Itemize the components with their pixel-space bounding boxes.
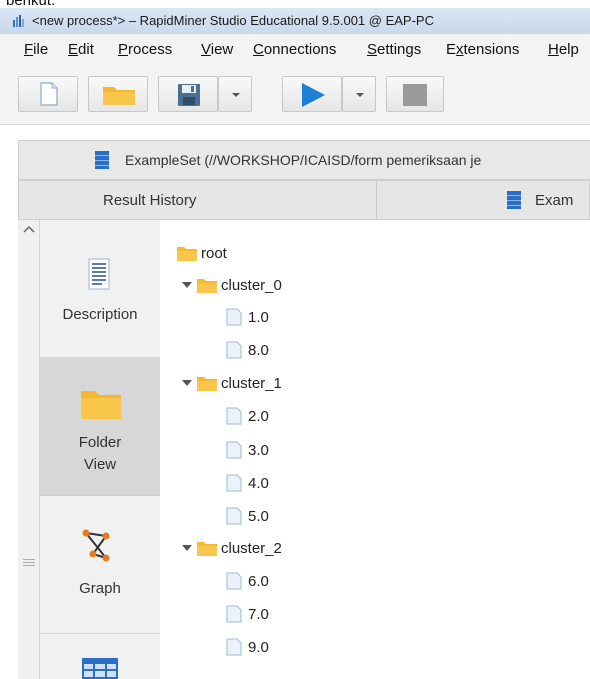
menu-edit[interactable]: Edit [68, 41, 94, 58]
tree-leaf-label: 2.0 [248, 407, 269, 425]
exampleset-table-icon [507, 191, 521, 209]
menu-extensions[interactable]: Extensions [446, 41, 519, 58]
toolbar [0, 64, 590, 125]
save-icon [178, 84, 200, 106]
tree-leaf-label: 6.0 [248, 572, 269, 590]
result-history-tab-bar: Result History Exam [18, 180, 590, 220]
tree-node-label: cluster_1 [221, 374, 282, 392]
tab-result-history[interactable]: Result History [19, 181, 377, 219]
new-process-icon [40, 82, 58, 106]
rapidminer-app-icon [13, 15, 24, 27]
document-icon [226, 407, 242, 425]
stop-process-button[interactable] [386, 76, 444, 112]
open-folder-icon [103, 87, 135, 105]
dropdown-arrow-icon [232, 93, 240, 97]
document-icon [226, 441, 242, 459]
view-scrollbar[interactable] [18, 220, 40, 679]
folder-view-icon [81, 391, 121, 419]
tree-leaf[interactable]: 2.0 [226, 405, 269, 427]
tab-exampleset-label: ExampleSet (//WORKSHOP/ICAISD/form pemer… [125, 152, 482, 168]
tree-leaf-label: 1.0 [248, 308, 269, 326]
view-selector-sidebar: Description Folder View Graph [40, 220, 160, 679]
tree-leaf-label: 7.0 [248, 605, 269, 623]
save-dropdown-button[interactable] [218, 76, 252, 112]
tree-leaf[interactable]: 5.0 [226, 505, 269, 527]
tree-leaf[interactable]: 3.0 [226, 439, 269, 461]
expand-arrow-down-icon[interactable] [181, 377, 193, 389]
tab-exampleset-2-label: Exam [535, 192, 574, 209]
tree-node-label: cluster_2 [221, 539, 282, 557]
tree-leaf[interactable]: 7.0 [226, 603, 269, 625]
run-process-button[interactable] [282, 76, 342, 112]
view-folder-label-line2: View [83, 456, 117, 473]
menu-help[interactable]: Help [548, 41, 579, 58]
run-dropdown-button[interactable] [342, 76, 376, 112]
menu-connections[interactable]: Connections [253, 41, 336, 58]
tree-node-label: root [201, 244, 227, 262]
tab-exampleset-2[interactable]: Exam [381, 181, 590, 219]
document-icon [226, 507, 242, 525]
tree-node-label: cluster_0 [221, 276, 282, 294]
tree-leaf[interactable]: 6.0 [226, 570, 269, 592]
document-icon [226, 341, 242, 359]
tree-leaf-label: 3.0 [248, 441, 269, 459]
tree-leaf[interactable]: 1.0 [226, 306, 269, 328]
folder-icon [197, 377, 217, 391]
document-icon [226, 572, 242, 590]
document-icon [226, 308, 242, 326]
folder-icon [197, 279, 217, 293]
folder-icon [197, 542, 217, 556]
tree-node-cluster-0[interactable]: cluster_0 [181, 274, 282, 296]
table-view-icon [82, 658, 118, 679]
toolbar-spacer [0, 125, 590, 140]
menu-settings[interactable]: Settings [367, 41, 421, 58]
tree-leaf[interactable]: 9.0 [226, 636, 269, 658]
view-description-label: Description [62, 306, 138, 323]
tree-leaf-label: 4.0 [248, 474, 269, 492]
description-document-icon [88, 258, 110, 290]
tree-leaf[interactable]: 4.0 [226, 472, 269, 494]
run-play-icon [302, 83, 325, 107]
open-process-button[interactable] [88, 76, 148, 112]
scroll-up-arrow-icon[interactable] [22, 224, 36, 234]
view-table[interactable] [40, 634, 160, 679]
graph-network-icon [82, 529, 110, 562]
view-folder[interactable]: Folder View [40, 358, 160, 496]
window-title: <new process*> – RapidMiner Studio Educa… [32, 13, 434, 28]
tree-node-cluster-1[interactable]: cluster_1 [181, 372, 282, 394]
tree-node-cluster-2[interactable]: cluster_2 [181, 537, 282, 559]
folder-tree: root cluster_0 1.0 8.0 cluster_1 2.0 3.0… [160, 220, 590, 679]
expand-arrow-down-icon[interactable] [181, 542, 193, 554]
tab-exampleset[interactable]: ExampleSet (//WORKSHOP/ICAISD/form pemer… [19, 141, 590, 179]
window-title-bar: <new process*> – RapidMiner Studio Educa… [0, 8, 590, 34]
view-graph-label: Graph [79, 580, 121, 597]
new-process-button[interactable] [18, 76, 78, 112]
dropdown-arrow-icon [356, 93, 364, 97]
tree-leaf-label: 9.0 [248, 638, 269, 656]
menu-view[interactable]: View [201, 41, 233, 58]
tree-leaf-label: 5.0 [248, 507, 269, 525]
folder-icon [177, 247, 197, 261]
menu-file[interactable]: File [24, 41, 48, 58]
tab-result-history-label: Result History [103, 192, 197, 209]
menu-bar: File Edit Process View Connections Setti… [0, 34, 590, 64]
document-icon [226, 638, 242, 656]
stop-icon [403, 84, 427, 106]
view-folder-label-line1: Folder [78, 434, 122, 451]
tree-leaf-label: 8.0 [248, 341, 269, 359]
save-process-button[interactable] [158, 76, 218, 112]
menu-process[interactable]: Process [118, 41, 172, 58]
scroll-grip-icon[interactable] [23, 558, 35, 566]
exampleset-table-icon [95, 151, 109, 169]
expand-arrow-down-icon[interactable] [181, 279, 193, 291]
document-icon [226, 605, 242, 623]
document-icon [226, 474, 242, 492]
tree-node-root[interactable]: root [177, 242, 227, 264]
tree-leaf[interactable]: 8.0 [226, 339, 269, 361]
view-description[interactable]: Description [40, 220, 160, 358]
result-tab-bar: ExampleSet (//WORKSHOP/ICAISD/form pemer… [18, 140, 590, 180]
view-graph[interactable]: Graph [40, 496, 160, 634]
